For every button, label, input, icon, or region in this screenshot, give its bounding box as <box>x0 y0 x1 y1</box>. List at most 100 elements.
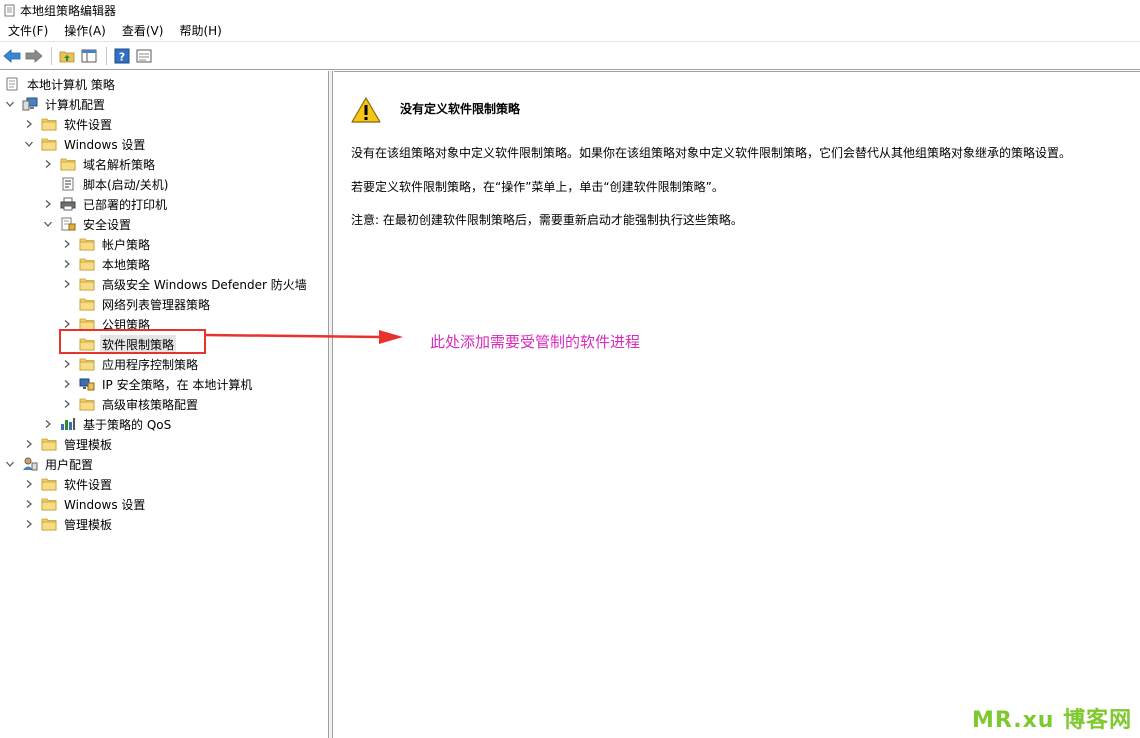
menu-action[interactable]: 操作(A) <box>56 21 114 42</box>
watermark: MR.xu 博客网 <box>972 708 1133 733</box>
tree-item[interactable]: 软件设置 <box>23 474 114 494</box>
tree-item-label: 安全设置 <box>83 217 132 232</box>
tree-item[interactable]: 管理模板 <box>23 514 114 534</box>
forward-arrow-icon[interactable] <box>24 46 44 66</box>
policy-editor-app-icon <box>4 4 15 16</box>
tree-item-label: 应用程序控制策略 <box>102 357 199 372</box>
tree-item[interactable]: 管理模板 <box>23 434 114 454</box>
show-hide-tree-icon[interactable] <box>79 46 99 66</box>
tree-item[interactable]: 帐户策略 <box>61 234 152 254</box>
menu-view[interactable]: 查看(V) <box>114 21 172 42</box>
tree-item[interactable]: 计算机配置 <box>4 94 107 114</box>
folder-icon <box>79 297 95 311</box>
script-icon <box>60 177 76 191</box>
content-paragraph-1: 没有在该组策略对象中定义软件限制策略。如果你在该组策略对象中定义软件限制策略，它… <box>351 146 1072 160</box>
tree-item-label: 脚本(启动/关机) <box>83 177 169 192</box>
tree-item[interactable]: 应用程序控制策略 <box>61 354 200 374</box>
tree-item[interactable]: 本地策略 <box>61 254 152 274</box>
chevron-right-icon[interactable] <box>23 438 35 450</box>
tree-item[interactable]: IP 安全策略，在 本地计算机 <box>61 374 254 394</box>
tree-item[interactable]: 软件设置 <box>23 114 114 134</box>
tree-item[interactable]: Windows 设置 <box>23 494 147 514</box>
content-paragraph-2: 若要定义软件限制策略，在“操作”菜单上，单击“创建软件限制策略”。 <box>351 180 724 194</box>
folder-icon <box>79 257 95 271</box>
qos-chart-icon <box>60 417 76 431</box>
folder-icon <box>41 517 57 531</box>
folder-icon <box>41 437 57 451</box>
chevron-right-icon[interactable] <box>42 158 54 170</box>
policy-doc-icon <box>4 77 20 91</box>
folder-icon <box>60 157 76 171</box>
back-arrow-icon[interactable] <box>2 46 22 66</box>
ip-security-icon <box>79 377 95 391</box>
menu-help[interactable]: 帮助(H) <box>171 21 229 42</box>
tree-item[interactable]: 已部署的打印机 <box>42 194 169 214</box>
folder-icon <box>79 357 95 371</box>
tree-item-label: 软件设置 <box>64 477 113 492</box>
folder-icon <box>79 237 95 251</box>
chevron-right-icon[interactable] <box>61 398 73 410</box>
chevron-right-icon[interactable] <box>42 418 54 430</box>
tree-item-label: Windows 设置 <box>64 497 146 512</box>
menu-file[interactable]: 文件(F) <box>0 21 56 42</box>
tree-item-label: 管理模板 <box>64 437 113 452</box>
chevron-right-icon[interactable] <box>61 378 73 390</box>
folder-icon <box>41 497 57 511</box>
folder-icon <box>79 397 95 411</box>
tree-item[interactable]: 本地计算机 策略 <box>4 74 117 94</box>
tree-item-label: 软件设置 <box>64 117 113 132</box>
console-tree[interactable]: 本地计算机 策略 计算机配置 软件设置 Windows 设置 域名解析策略 脚本(启动/关… <box>0 71 329 738</box>
details-pane: 没有定义软件限制策略 没有在该组策略对象中定义软件限制策略。如果你在该组策略对象… <box>334 71 1140 738</box>
menu-bar: 文件(F) 操作(A) 查看(V) 帮助(H) <box>0 21 1140 42</box>
tree-item[interactable]: Windows 设置 <box>23 134 147 154</box>
highlight-box <box>59 329 206 354</box>
chevron-right-icon[interactable] <box>42 198 54 210</box>
tree-item[interactable]: 高级安全 Windows Defender 防火墙 <box>61 274 309 294</box>
annotation-arrow-icon <box>205 330 403 344</box>
chevron-down-icon[interactable] <box>42 218 54 230</box>
toolbar: ? <box>0 43 1140 70</box>
toolbar-separator <box>106 47 107 65</box>
chevron-right-icon[interactable] <box>61 238 73 250</box>
tree-item-label: IP 安全策略，在 本地计算机 <box>102 377 253 392</box>
folder-icon <box>41 117 57 131</box>
up-folder-icon[interactable] <box>57 46 77 66</box>
computer-icon <box>22 97 38 111</box>
chevron-right-icon[interactable] <box>61 278 73 290</box>
tree-item-label: 管理模板 <box>64 517 113 532</box>
chevron-right-icon[interactable] <box>23 118 35 130</box>
tree-item[interactable]: 域名解析策略 <box>42 154 157 174</box>
tree-item-label: 已部署的打印机 <box>83 197 168 212</box>
properties-icon[interactable] <box>134 46 154 66</box>
tree-item[interactable]: 安全设置 <box>42 214 133 234</box>
tree-item-label: 计算机配置 <box>45 97 106 112</box>
chevron-right-icon[interactable] <box>61 258 73 270</box>
printer-icon <box>60 197 76 211</box>
tree-item-label: 网络列表管理器策略 <box>102 297 211 312</box>
user-icon <box>22 457 38 471</box>
annotation-text: 此处添加需要受管制的软件进程 <box>430 333 641 351</box>
tree-item-label: 帐户策略 <box>102 237 151 252</box>
chevron-down-icon[interactable] <box>23 138 35 150</box>
toolbar-separator <box>51 47 52 65</box>
tree-item-label: 本地计算机 策略 <box>27 77 115 92</box>
tree-item[interactable]: 基于策略的 QoS <box>42 414 173 434</box>
chevron-right-icon[interactable] <box>23 498 35 510</box>
tree-item-label: 域名解析策略 <box>83 157 156 172</box>
tree-item[interactable]: 用户配置 <box>4 454 95 474</box>
chevron-right-icon[interactable] <box>23 518 35 530</box>
svg-text:?: ? <box>119 51 125 64</box>
help-icon[interactable]: ? <box>112 46 132 66</box>
chevron-right-icon[interactable] <box>23 478 35 490</box>
tree-item[interactable]: 网络列表管理器策略 <box>61 294 212 314</box>
tree-item[interactable]: 高级审核策略配置 <box>61 394 200 414</box>
chevron-down-icon[interactable] <box>4 458 16 470</box>
pane-splitter[interactable] <box>329 71 333 738</box>
folder-icon <box>41 137 57 151</box>
chevron-down-icon[interactable] <box>4 98 16 110</box>
content-paragraph-3: 注意: 在最初创建软件限制策略后，需要重新启动才能强制执行这些策略。 <box>351 213 743 227</box>
chevron-right-icon[interactable] <box>61 358 73 370</box>
tree-item[interactable]: 脚本(启动/关机) <box>42 174 170 194</box>
